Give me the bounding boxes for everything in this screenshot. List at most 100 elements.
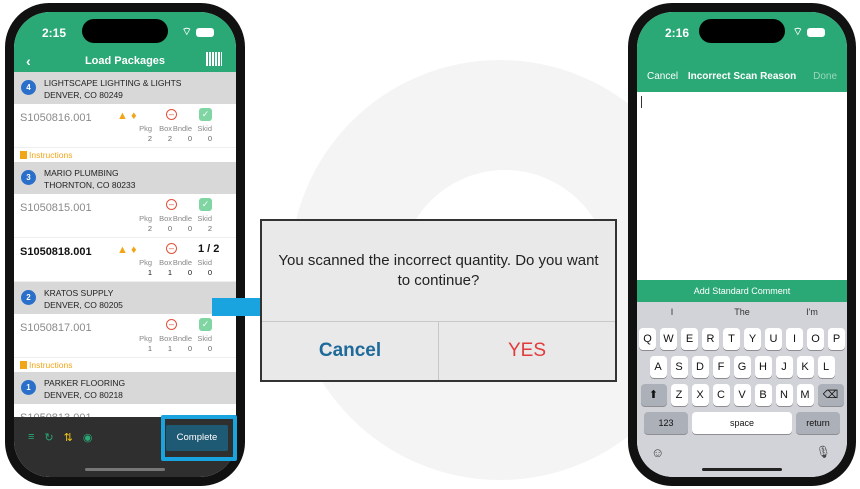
key[interactable]: J xyxy=(775,356,793,378)
key[interactable]: T xyxy=(723,328,740,350)
instructions-label: Instructions xyxy=(29,360,73,370)
stop-header: 3 MARIO PLUMBING THORNTON, CO 80233 xyxy=(14,162,236,194)
filter-icon[interactable]: ≡ xyxy=(28,431,34,444)
key[interactable]: X xyxy=(691,384,709,406)
sort-arrows-icon[interactable]: ⇅ xyxy=(64,431,73,444)
suggestion-item[interactable]: The xyxy=(707,307,777,317)
incorrect-scan-screen: 2:16 ⌔ Cancel Incorrect Scan Reason Done… xyxy=(637,12,847,477)
package-id: S1050815.001 xyxy=(20,202,92,214)
refresh-icon[interactable]: ↻ xyxy=(44,431,53,444)
package-row-selected[interactable]: S1050818.001 ▲ ♦ – 1 / 2 Pkg Box Bndle Skid… xyxy=(14,238,236,282)
package-values: 2 2 0 0 xyxy=(132,134,212,143)
val-pkg: 2 xyxy=(147,224,152,233)
key[interactable]: I xyxy=(786,328,803,350)
key[interactable]: P xyxy=(828,328,845,350)
val-bndle: 0 xyxy=(187,268,192,277)
val-pkg: 2 xyxy=(147,134,152,143)
key[interactable]: E xyxy=(681,328,698,350)
package-row[interactable]: S1050817.001 – ✓ Pkg Box Bndle Skid 1 1 0 0 xyxy=(14,314,236,358)
key[interactable]: Z xyxy=(670,384,688,406)
microphone-icon[interactable]: 🎙 xyxy=(816,445,831,459)
barcode-scan-icon[interactable] xyxy=(206,52,222,66)
home-indicator xyxy=(85,468,165,471)
key[interactable]: Q xyxy=(639,328,656,350)
val-box: 1 xyxy=(167,268,172,277)
key[interactable]: C xyxy=(712,384,730,406)
key[interactable]: K xyxy=(796,356,814,378)
package-id: S1050818.001 xyxy=(20,246,92,258)
target-icon[interactable]: ◉ xyxy=(83,431,93,444)
status-time: 2:15 xyxy=(42,26,67,40)
package-row[interactable]: S1050815.001 – ✓ Pkg Box Bndle Skid 2002 xyxy=(14,194,236,238)
key[interactable]: V xyxy=(733,384,751,406)
phone-load-packages: 2:15 ⌔ ‹ Load Packages 4 LIGHTSCAPE LIGH… xyxy=(5,3,245,486)
key[interactable]: M xyxy=(796,384,814,406)
key[interactable]: U xyxy=(765,328,782,350)
reason-text-area[interactable] xyxy=(637,92,847,280)
key[interactable]: R xyxy=(702,328,719,350)
modal-nav-bar: Cancel Incorrect Scan Reason Done xyxy=(637,68,847,90)
dialog-cancel-button[interactable]: Cancel xyxy=(262,322,439,380)
checkmark-icon[interactable]: ✓ xyxy=(199,318,212,331)
package-values: 1 1 0 0 xyxy=(132,268,212,277)
minus-circle-icon[interactable]: – xyxy=(166,243,177,254)
minus-circle-icon[interactable]: – xyxy=(166,319,177,330)
package-columns: Pkg Box Bndle Skid xyxy=(132,258,212,267)
key[interactable]: L xyxy=(817,356,835,378)
suggestion-item[interactable]: I xyxy=(637,307,707,317)
stop-number-badge: 2 xyxy=(21,290,36,305)
warning-bell-icon: ▲ ♦ xyxy=(117,110,137,122)
stage: 2:15 ⌔ ‹ Load Packages 4 LIGHTSCAPE LIGH… xyxy=(0,0,860,489)
stop-name: PARKER FLOORING xyxy=(44,378,126,388)
instructions-link[interactable]: Instructions xyxy=(14,148,236,162)
key[interactable]: H xyxy=(754,356,772,378)
stop-city: THORNTON, CO 80233 xyxy=(44,180,136,190)
package-row[interactable]: S1050816.001 ▲ ♦ – ✓ Pkg Box Bndle Skid 2 2 0… xyxy=(14,104,236,148)
suggestion-item[interactable]: I'm xyxy=(777,307,847,317)
col-pkg: Pkg xyxy=(139,214,152,223)
wifi-icon: ⌔ xyxy=(181,26,192,38)
key[interactable]: S xyxy=(670,356,688,378)
key[interactable]: B xyxy=(754,384,772,406)
col-box: Box xyxy=(159,334,172,343)
stop-name: LIGHTSCAPE LIGHTING & LIGHTS xyxy=(44,78,182,88)
val-box: 1 xyxy=(167,344,172,353)
checkmark-icon[interactable]: ✓ xyxy=(199,108,212,121)
scan-ratio: 1 / 2 xyxy=(198,243,220,255)
shift-icon[interactable]: ⬆ xyxy=(640,384,667,406)
package-id: S1050817.001 xyxy=(20,322,92,334)
numbers-key[interactable]: 123 xyxy=(644,412,688,434)
col-bndle: Bndle xyxy=(172,124,192,133)
instructions-link[interactable]: Instructions xyxy=(14,358,236,372)
key[interactable]: N xyxy=(775,384,793,406)
dialog-yes-button[interactable]: YES xyxy=(439,322,615,380)
done-button[interactable]: Done xyxy=(813,71,837,82)
package-id: S1050816.001 xyxy=(20,112,92,124)
stop-number-badge: 4 xyxy=(21,80,36,95)
emoji-icon[interactable]: ☺ xyxy=(651,445,664,460)
backspace-icon[interactable]: ⌫ xyxy=(817,384,844,406)
space-key[interactable]: space xyxy=(692,412,792,434)
key[interactable]: W xyxy=(660,328,677,350)
minus-circle-icon[interactable]: – xyxy=(166,199,177,210)
wifi-icon: ⌔ xyxy=(792,26,803,38)
stop-number-badge: 3 xyxy=(21,170,36,185)
minus-circle-icon[interactable]: – xyxy=(166,109,177,120)
package-list: 4 LIGHTSCAPE LIGHTING & LIGHTS DENVER, CO… xyxy=(14,72,236,417)
stop-header: 1 PARKER FLOORING DENVER, CO 80218 xyxy=(14,372,236,404)
stop-city: DENVER, CO 80218 xyxy=(44,390,123,400)
return-key[interactable]: return xyxy=(796,412,840,434)
key[interactable]: F xyxy=(712,356,730,378)
add-standard-comment-button[interactable]: Add Standard Comment xyxy=(637,280,847,302)
val-bndle: 0 xyxy=(187,224,192,233)
val-skid: 2 xyxy=(207,224,212,233)
key[interactable]: G xyxy=(733,356,751,378)
key[interactable]: D xyxy=(691,356,709,378)
key[interactable]: Y xyxy=(744,328,761,350)
keyboard-footer: ☺ 🎙 xyxy=(637,437,847,477)
dialog-message: You scanned the incorrect quantity. Do y… xyxy=(278,252,599,289)
key[interactable]: O xyxy=(807,328,824,350)
key[interactable]: A xyxy=(649,356,667,378)
checkmark-icon[interactable]: ✓ xyxy=(199,198,212,211)
stop-address: MARIO PLUMBING THORNTON, CO 80233 xyxy=(44,167,135,191)
